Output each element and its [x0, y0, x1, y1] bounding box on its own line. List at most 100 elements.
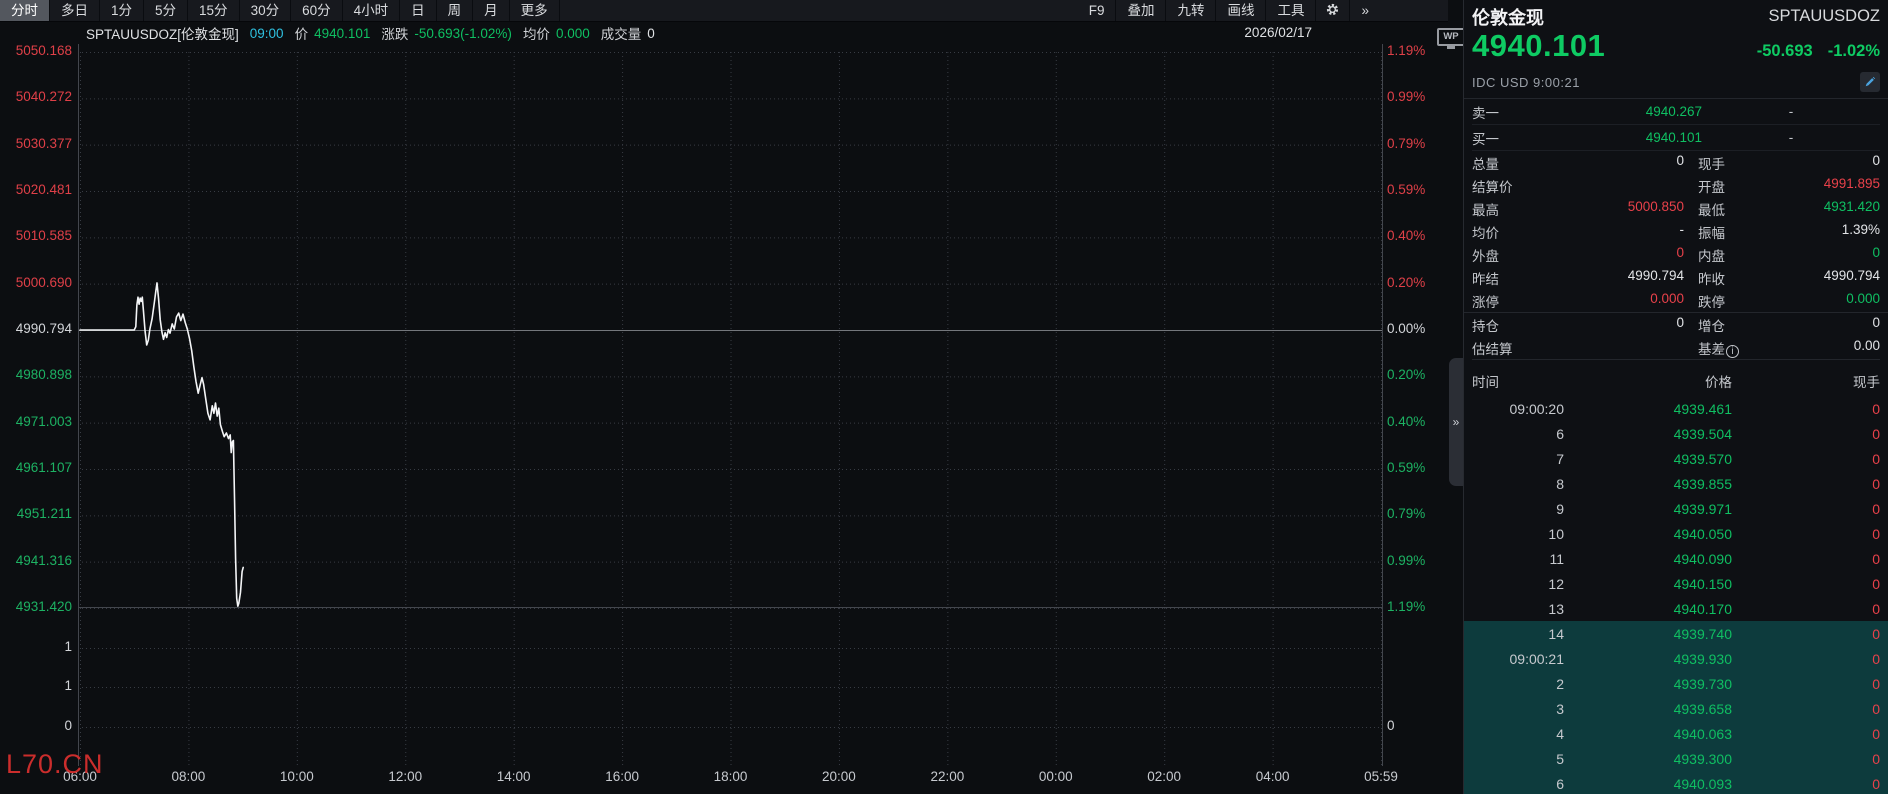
action-工具[interactable]: 工具 — [1266, 0, 1316, 21]
toolbar-more-button[interactable]: » — [1350, 0, 1380, 21]
time-tick-label: 10:00 — [265, 769, 329, 784]
tick-vol: 0 — [1732, 776, 1880, 792]
tab-4小时[interactable]: 4小时 — [343, 0, 401, 21]
time-tick-label: 05:59 — [1349, 769, 1413, 784]
info-icon[interactable]: i — [1726, 345, 1739, 358]
quote-label: 买一 — [1472, 128, 1542, 148]
tick-time: 09:00:20 — [1472, 401, 1564, 417]
pencil-icon — [1864, 76, 1876, 88]
quote-row-卖一[interactable]: 卖一4940.267- — [1472, 99, 1880, 125]
tab-分时[interactable]: 分时 — [0, 0, 50, 21]
tick-row[interactable]: 24939.7300 — [1464, 671, 1888, 696]
tick-row[interactable]: 144939.7400 — [1464, 621, 1888, 646]
instrument-name: 伦敦金现 — [1472, 4, 1544, 30]
tick-row[interactable]: 74939.5700 — [1472, 446, 1880, 471]
stat-cell: 基差i0.00 — [1698, 338, 1880, 358]
tab-60分[interactable]: 60分 — [291, 0, 343, 21]
stat-value: 4991.895 — [1725, 176, 1880, 196]
avg-label: 均价 — [523, 23, 550, 43]
instrument-code: SPTAUUSDOZ — [1768, 7, 1880, 26]
intraday-chart[interactable] — [78, 44, 1383, 766]
tick-row[interactable]: 09:00:214939.9300 — [1464, 646, 1888, 671]
tick-row[interactable]: 34939.6580 — [1464, 696, 1888, 721]
tick-row[interactable]: 84939.8550 — [1472, 471, 1880, 496]
stat-value: 0 — [1499, 315, 1698, 335]
tick-row[interactable]: 114940.0900 — [1472, 546, 1880, 571]
stat-label: 现手 — [1698, 153, 1725, 173]
tab-15分[interactable]: 15分 — [188, 0, 240, 21]
percent-tick-label: 0.99% — [1387, 553, 1425, 568]
tab-多日[interactable]: 多日 — [50, 0, 100, 21]
tick-time: 5 — [1472, 751, 1564, 767]
action-画线[interactable]: 画线 — [1216, 0, 1266, 21]
tick-row[interactable]: 64940.0930 — [1464, 771, 1888, 794]
chart-cursor-time: 09:00 — [250, 26, 284, 41]
stat-cell: 振幅1.39% — [1698, 222, 1880, 242]
tick-row[interactable]: 54939.3000 — [1464, 746, 1888, 771]
tick-vol: 0 — [1732, 551, 1880, 567]
change-value: -50.693(-1.02%) — [414, 26, 512, 41]
exchange-currency-time: IDC USD 9:00:21 — [1472, 75, 1580, 90]
stat-label: 跌停 — [1698, 291, 1725, 311]
collapse-chevron-icon: » — [1453, 415, 1460, 429]
wp-window-icon[interactable]: WP — [1437, 28, 1465, 46]
time-tick-label: 20:00 — [807, 769, 871, 784]
chart-date: 2026/02/17 — [1228, 25, 1312, 40]
stat-cell: 增仓0 — [1698, 315, 1880, 335]
quote-row-买一[interactable]: 买一4940.101- — [1472, 125, 1880, 151]
stat-cell: 结算价 — [1472, 176, 1698, 196]
price-value: 4940.101 — [314, 26, 370, 41]
percent-tick-label: 0.20% — [1387, 367, 1425, 382]
tab-日[interactable]: 日 — [400, 0, 437, 21]
stat-label: 昨结 — [1472, 268, 1499, 288]
tab-月[interactable]: 月 — [473, 0, 510, 21]
action-叠加[interactable]: 叠加 — [1116, 0, 1166, 21]
stat-cell: 跌停0.000 — [1698, 291, 1880, 311]
time-tick-label: 08:00 — [156, 769, 220, 784]
time-tick-label: 04:00 — [1241, 769, 1305, 784]
tick-price: 4939.461 — [1564, 401, 1732, 417]
panel-collapse-handle[interactable]: » — [1449, 358, 1463, 486]
tick-time: 3 — [1472, 701, 1564, 717]
last-price: 4940.101 — [1472, 28, 1605, 64]
percent-tick-label: 0.99% — [1387, 89, 1425, 104]
tick-row[interactable]: 104940.0500 — [1472, 521, 1880, 546]
tick-row[interactable]: 94939.9710 — [1472, 496, 1880, 521]
quote-price: 4940.267 — [1542, 104, 1702, 119]
tick-time: 12 — [1472, 576, 1564, 592]
tick-time: 09:00:21 — [1472, 651, 1564, 667]
stat-value: 0 — [1725, 245, 1880, 265]
tick-price: 4939.658 — [1564, 701, 1732, 717]
stat-value: 0 — [1499, 245, 1698, 265]
price-tick-label: 4961.107 — [0, 460, 72, 475]
tab-30分[interactable]: 30分 — [240, 0, 292, 21]
price-tick-label: 5050.168 — [0, 43, 72, 58]
tick-vol: 0 — [1732, 701, 1880, 717]
tick-row[interactable]: 134940.1700 — [1472, 596, 1880, 621]
tick-row[interactable]: 09:00:204939.4610 — [1472, 396, 1880, 421]
tab-周[interactable]: 周 — [437, 0, 474, 21]
percent-tick-label: 0.40% — [1387, 228, 1425, 243]
tab-1分[interactable]: 1分 — [100, 0, 144, 21]
tick-row[interactable]: 44940.0630 — [1464, 721, 1888, 746]
period-tabs: 分时多日1分5分15分30分60分4小时日周月更多 — [0, 0, 560, 21]
tab-更多[interactable]: 更多 — [510, 0, 560, 21]
edit-button[interactable] — [1860, 72, 1880, 92]
settings-button[interactable] — [1316, 0, 1350, 21]
tick-vol: 0 — [1732, 601, 1880, 617]
action-F9[interactable]: F9 — [1078, 0, 1117, 21]
tick-price: 4939.930 — [1564, 651, 1732, 667]
time-tick-label: 00:00 — [1024, 769, 1088, 784]
tick-row[interactable]: 64939.5040 — [1472, 421, 1880, 446]
positions-grid: 持仓0增仓0估结算基差i0.00 — [1472, 313, 1880, 359]
tick-time: 6 — [1472, 426, 1564, 442]
percent-tick-label: 0.59% — [1387, 182, 1425, 197]
percent-tick-label: 1.19% — [1387, 599, 1425, 614]
action-九转[interactable]: 九转 — [1166, 0, 1216, 21]
double-chevron-right-icon: » — [1361, 3, 1369, 18]
tick-price: 4939.570 — [1564, 451, 1732, 467]
stat-value — [1513, 176, 1699, 196]
tab-5分[interactable]: 5分 — [144, 0, 188, 21]
stat-value: 1.39% — [1725, 222, 1880, 242]
tick-row[interactable]: 124940.1500 — [1472, 571, 1880, 596]
